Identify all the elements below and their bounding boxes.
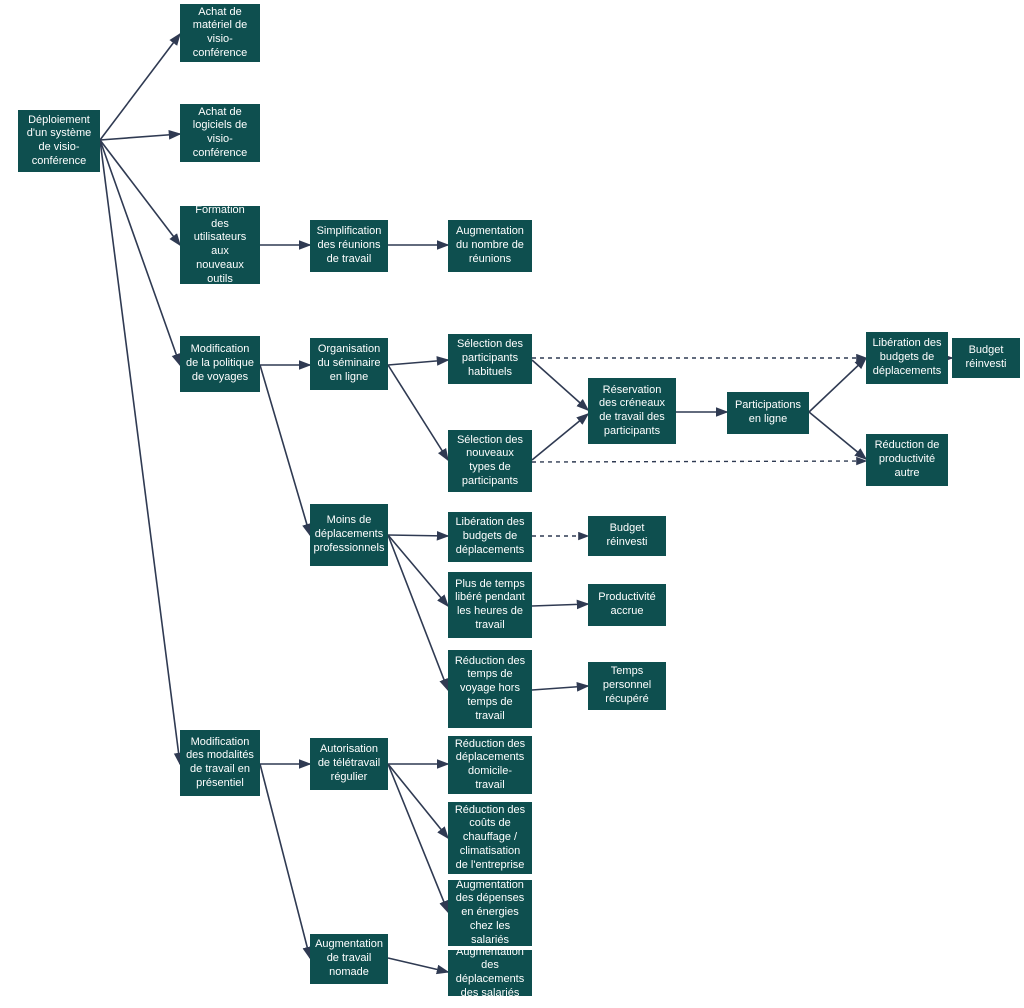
node-temps-personnel-recupere: Temps personnel récupéré <box>588 662 666 710</box>
node-budget-reinvesti-top: Budget réinvesti <box>952 338 1020 378</box>
node-reservation-creneaux: Réservation des créneaux de travail des … <box>588 378 676 444</box>
node-achat-logiciels: Achat de logiciels de visio-conférence <box>180 104 260 162</box>
node-plus-temps-libere: Plus de temps libéré pendant les heures … <box>448 572 532 638</box>
node-selection-participants-habituels: Sélection des participants habituels <box>448 334 532 384</box>
node-participations-en-ligne: Participations en ligne <box>727 392 809 434</box>
node-augmentation-travail-nomade: Augmentation de travail nomade <box>310 934 388 984</box>
diagram-canvas: Déploiement d'un système de visio-confér… <box>0 0 1024 1008</box>
node-moins-deplacements-pro: Moins de déplacements professionnels <box>310 504 388 566</box>
node-budget-reinvesti-mid: Budget réinvesti <box>588 516 666 556</box>
node-formation: Formation des utilisateurs aux nouveaux … <box>180 206 260 284</box>
node-augmentation-depenses-energie: Augmentation des dépenses en énergies ch… <box>448 880 532 946</box>
node-modif-modalites-presentiel: Modification des modalités de travail en… <box>180 730 260 796</box>
node-liberation-budgets-mid: Libération des budgets de déplacements <box>448 512 532 562</box>
node-reduction-couts-chauffage: Réduction des coûts de chauffage / clima… <box>448 802 532 874</box>
node-reduction-productivite-autre: Réduction de productivité autre <box>866 434 948 486</box>
node-productivite-accrue: Productivité accrue <box>588 584 666 626</box>
node-augmentation-deplacements-salaries: Augmentation des déplacements des salari… <box>448 950 532 996</box>
node-organisation-seminaire: Organisation du séminaire en ligne <box>310 338 388 390</box>
node-autorisation-teletravail: Autorisation de télétravail régulier <box>310 738 388 790</box>
node-root: Déploiement d'un système de visio-confér… <box>18 110 100 172</box>
node-achat-materiel: Achat de matériel de visio-conférence <box>180 4 260 62</box>
node-simplification-reunions: Simplification des réunions de travail <box>310 220 388 272</box>
node-modif-politique-voyages: Modification de la politique de voyages <box>180 336 260 392</box>
node-reduction-deplacements-domicile: Réduction des déplacements domicile-trav… <box>448 736 532 794</box>
node-reduction-temps-voyage: Réduction des temps de voyage hors temps… <box>448 650 532 728</box>
node-augmentation-reunions: Augmentation du nombre de réunions <box>448 220 532 272</box>
node-liberation-budgets-top: Libération des budgets de déplacements <box>866 332 948 384</box>
node-selection-nouveaux-participants: Sélection des nouveaux types de particip… <box>448 430 532 492</box>
